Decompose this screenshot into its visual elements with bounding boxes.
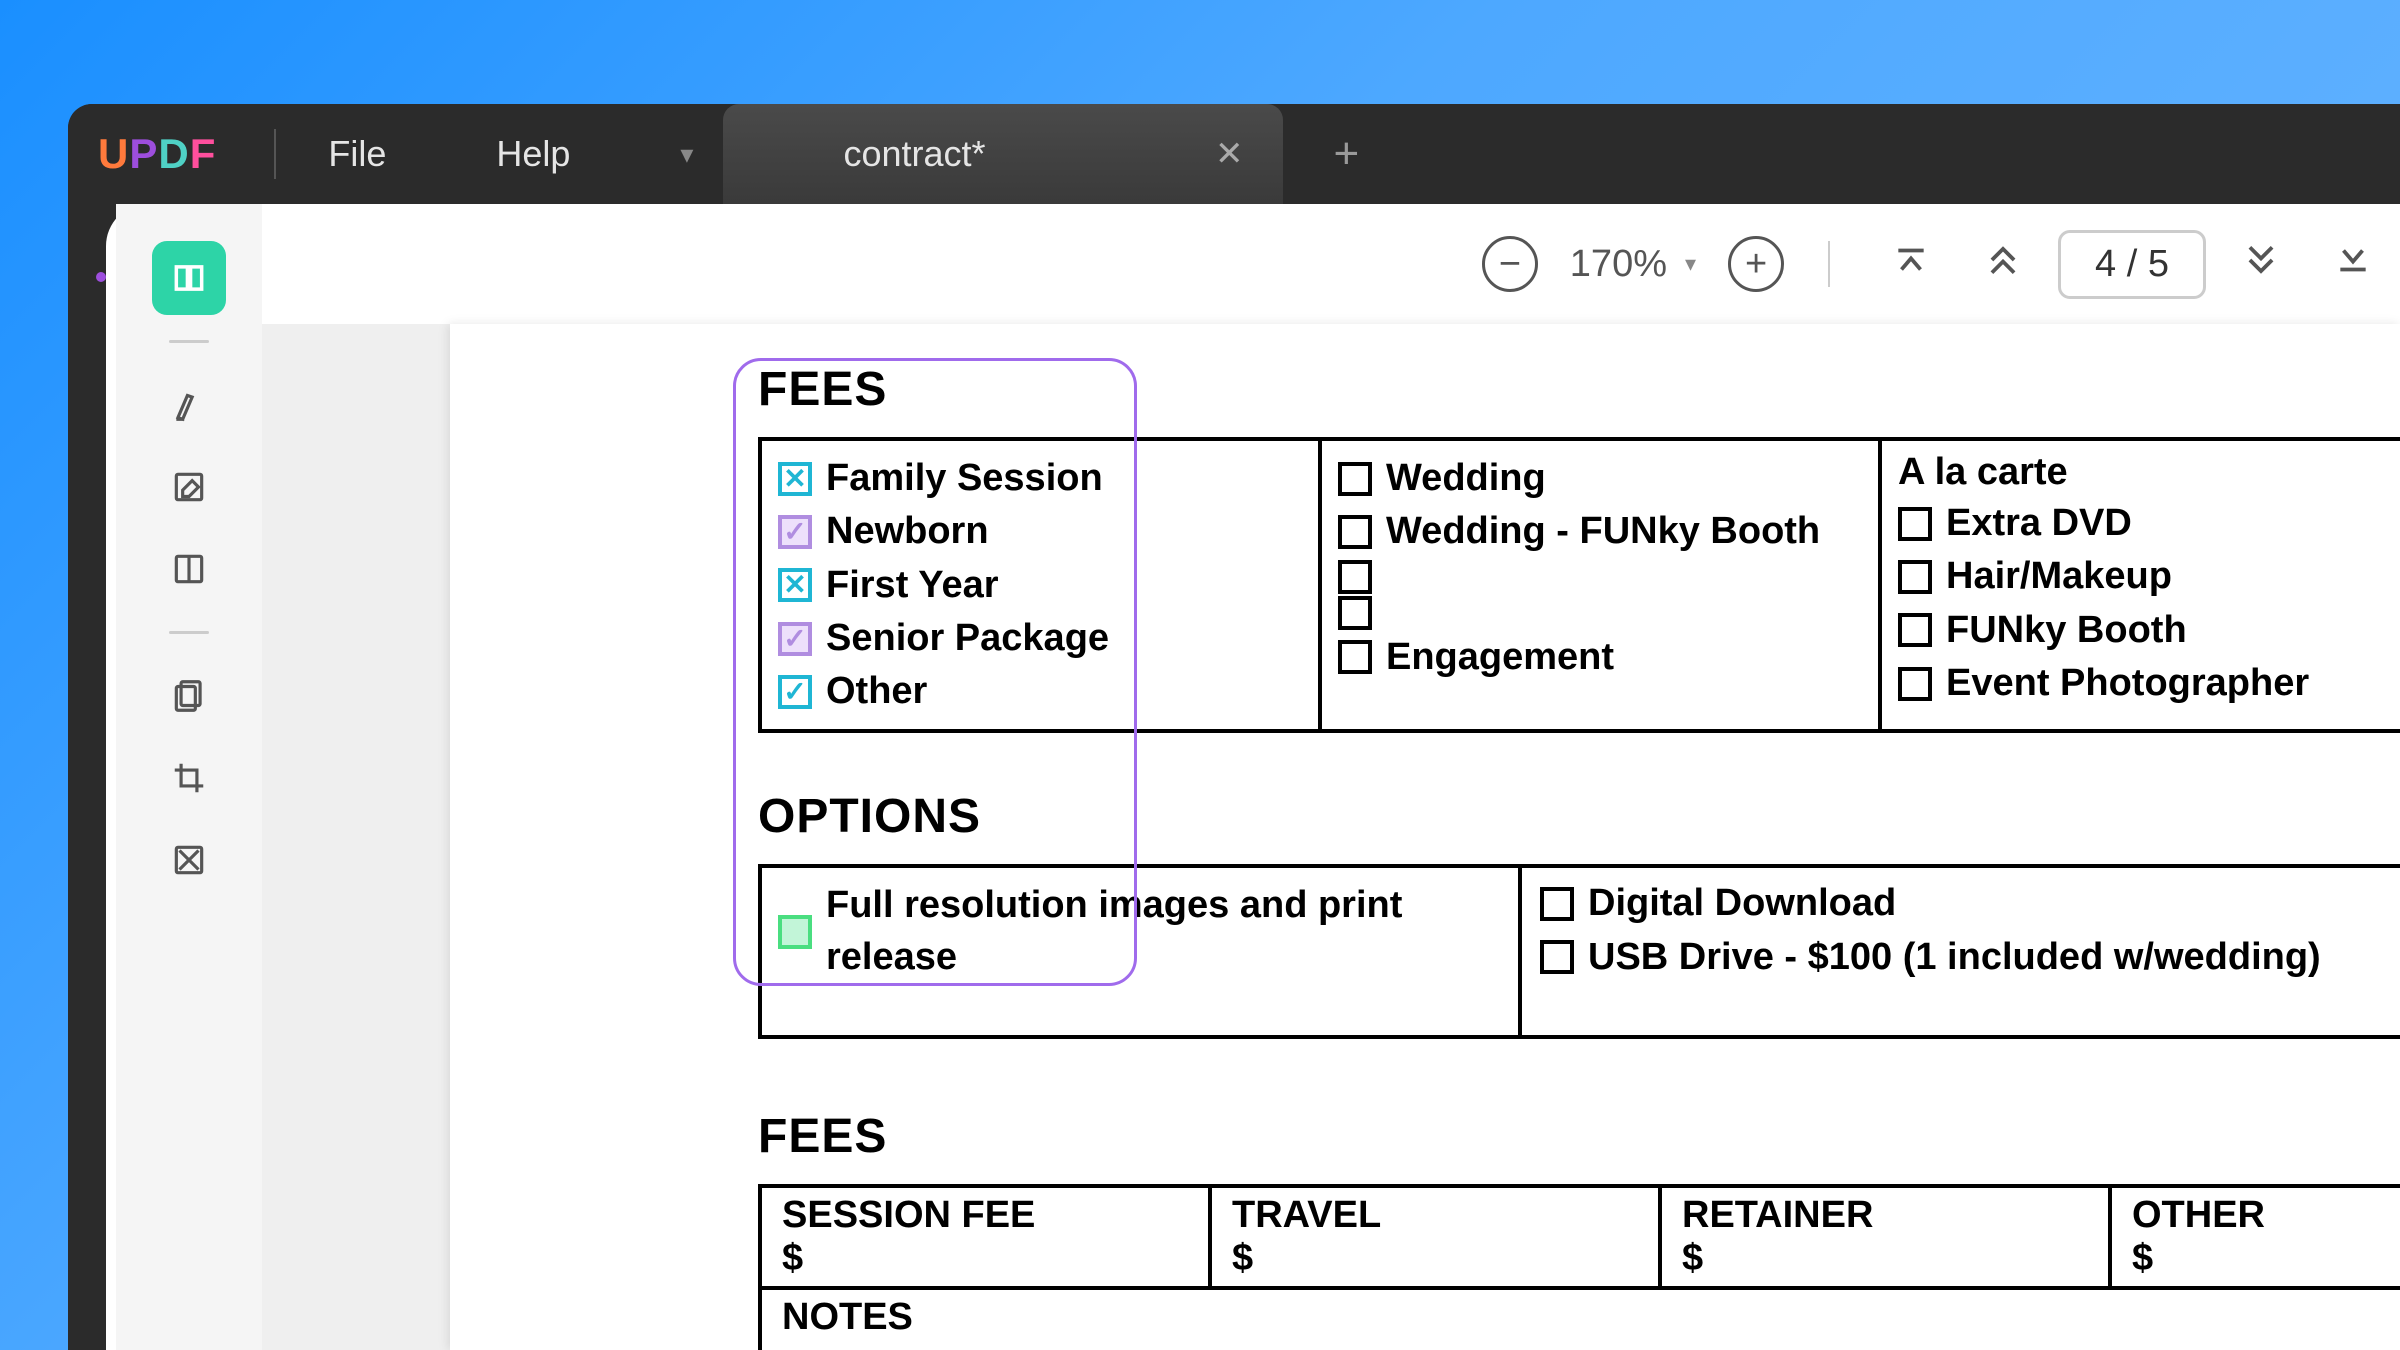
section-title-fees: FEES xyxy=(758,362,2400,417)
zoom-level[interactable]: 170% ▾ xyxy=(1556,243,1710,286)
separator xyxy=(1828,241,1830,287)
session-fee-cell: SESSION FEE$ xyxy=(762,1188,1212,1286)
checkbox-full-resolution[interactable] xyxy=(778,915,812,949)
checkbox-blank-2[interactable] xyxy=(1338,596,1372,630)
retainer-cell: RETAINER$ xyxy=(1662,1188,2112,1286)
checkbox-extra-dvd[interactable] xyxy=(1898,507,1932,541)
fees-table: ✕ Family Session ✓ Newborn ✕ First Year ✓ Se… xyxy=(758,437,2400,733)
checkbox-other[interactable]: ✓ xyxy=(778,675,812,709)
menu-file[interactable]: File xyxy=(328,133,386,175)
section-title-options: OPTIONS xyxy=(758,789,2400,844)
label: Full resolution images and print release xyxy=(826,880,1502,983)
left-sidebar xyxy=(116,204,262,1350)
page-view[interactable]: FEES ✕ Family Session ✓ Newborn ✕ First Yea… xyxy=(262,324,2400,1350)
zoom-value: 170% xyxy=(1570,243,1667,286)
checkbox-event-photographer[interactable] xyxy=(1898,667,1932,701)
label: Wedding - FUNky Booth xyxy=(1386,506,1820,557)
label: Event Photographer xyxy=(1946,658,2309,709)
checkbox-usb-drive[interactable] xyxy=(1540,940,1574,974)
label: Hair/Makeup xyxy=(1946,551,2172,602)
separator xyxy=(169,631,209,634)
page-number-input[interactable]: 4 / 5 xyxy=(2058,230,2206,299)
app-window: UPDF File Help ▾ contract* ✕ + xyxy=(68,104,2400,1350)
redact-tool-button[interactable] xyxy=(155,826,223,894)
label: USB Drive - $100 (1 included w/wedding) xyxy=(1588,932,2321,983)
fees-summary-table: SESSION FEE$ TRAVEL$ RETAINER$ OTHER$ NO… xyxy=(758,1184,2400,1350)
edit-tool-button[interactable] xyxy=(155,453,223,521)
label: Senior Package xyxy=(826,613,1109,664)
tab-dropdown-icon[interactable]: ▾ xyxy=(680,139,693,170)
reader-tool-button[interactable] xyxy=(155,244,223,312)
checkbox-funky-booth[interactable] xyxy=(1898,613,1932,647)
divider xyxy=(274,129,276,179)
label: Digital Download xyxy=(1588,878,1896,929)
zoom-in-button[interactable]: + xyxy=(1728,236,1784,292)
options-table: Full resolution images and print release… xyxy=(758,864,2400,1039)
checkbox-newborn[interactable]: ✓ xyxy=(778,515,812,549)
zoom-out-button[interactable]: − xyxy=(1482,236,1538,292)
a-la-carte-header: A la carte xyxy=(1898,451,2384,494)
top-toolbar: − 170% ▾ + 4 / 5 xyxy=(262,204,2400,324)
next-page-button[interactable] xyxy=(2224,241,2298,288)
first-page-button[interactable] xyxy=(1874,241,1948,288)
label: Family Session xyxy=(826,453,1103,504)
other-cell: OTHER$ xyxy=(2112,1188,2400,1286)
section-title-fees-2: FEES xyxy=(758,1109,2400,1164)
label: Extra DVD xyxy=(1946,498,2132,549)
pdf-page: FEES ✕ Family Session ✓ Newborn ✕ First Yea… xyxy=(450,324,2400,1350)
checkbox-family-session[interactable]: ✕ xyxy=(778,462,812,496)
logo: UPDF xyxy=(98,130,216,178)
checkbox-first-year[interactable]: ✕ xyxy=(778,568,812,602)
label: Newborn xyxy=(826,506,989,557)
checkbox-senior-package[interactable]: ✓ xyxy=(778,622,812,656)
checkbox-hair-makeup[interactable] xyxy=(1898,560,1932,594)
highlight-tool-button[interactable] xyxy=(155,371,223,439)
prev-page-button[interactable] xyxy=(1966,241,2040,288)
checkbox-wedding-funky[interactable] xyxy=(1338,515,1372,549)
label: First Year xyxy=(826,560,999,611)
checkbox-blank-1[interactable] xyxy=(1338,560,1372,594)
document-tab[interactable]: contract* ✕ xyxy=(723,104,1283,204)
label: Other xyxy=(826,666,927,717)
separator xyxy=(169,340,209,343)
label: Wedding xyxy=(1386,453,1546,504)
label: FUNky Booth xyxy=(1946,605,2187,656)
travel-cell: TRAVEL$ xyxy=(1212,1188,1662,1286)
checkbox-engagement[interactable] xyxy=(1338,640,1372,674)
notes-cell: NOTES xyxy=(762,1286,2400,1350)
checkbox-wedding[interactable] xyxy=(1338,462,1372,496)
menu-help[interactable]: Help xyxy=(496,133,570,175)
pages-tool-button[interactable] xyxy=(155,662,223,730)
active-indicator-dot xyxy=(96,272,106,282)
panel-tool-button[interactable] xyxy=(155,535,223,603)
checkbox-digital-download[interactable] xyxy=(1540,887,1574,921)
label: Engagement xyxy=(1386,632,1614,683)
new-tab-button[interactable]: + xyxy=(1333,129,1359,179)
chevron-down-icon: ▾ xyxy=(1685,251,1696,277)
close-icon[interactable]: ✕ xyxy=(1215,134,1244,174)
document-content: FEES ✕ Family Session ✓ Newborn ✕ First Yea… xyxy=(758,362,2400,1350)
tab-title: contract* xyxy=(843,133,985,175)
crop-tool-button[interactable] xyxy=(155,744,223,812)
titlebar: UPDF File Help ▾ contract* ✕ + xyxy=(68,104,2400,204)
last-page-button[interactable] xyxy=(2316,241,2390,288)
